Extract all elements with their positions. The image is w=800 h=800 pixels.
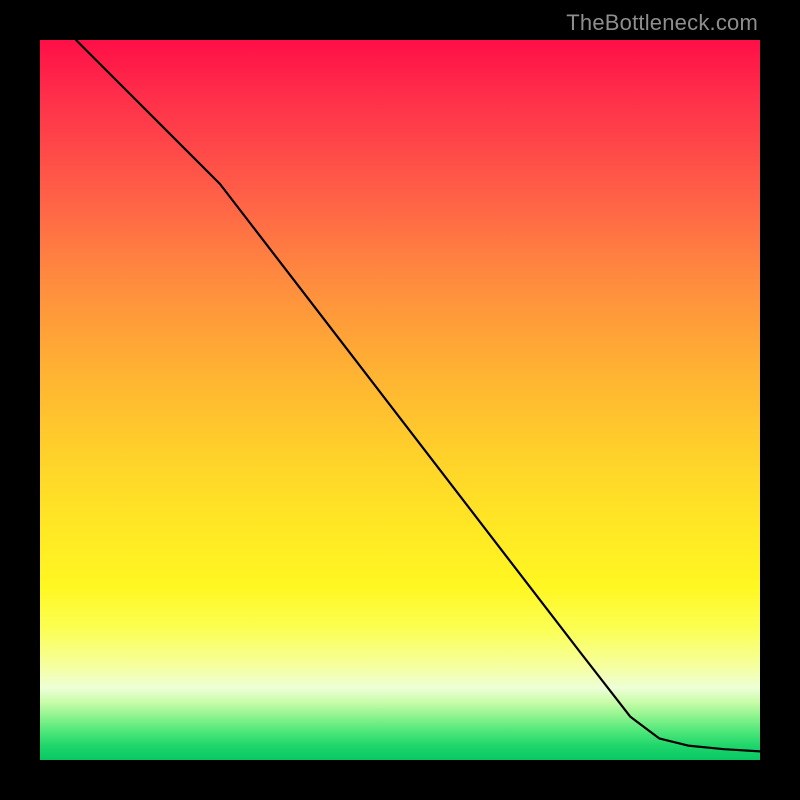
plot-area — [40, 40, 760, 760]
bottleneck-curve — [40, 40, 760, 760]
chart-frame: TheBottleneck.com — [0, 0, 800, 800]
watermark-text: TheBottleneck.com — [566, 10, 758, 36]
curve-path — [76, 40, 760, 751]
